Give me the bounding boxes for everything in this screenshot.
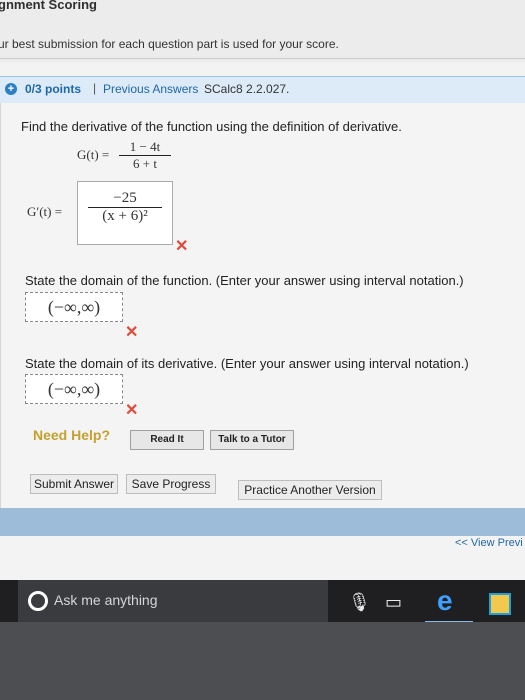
incorrect-icon: ✕ — [175, 238, 189, 255]
derivative-answer-denominator: (x + 6)² — [102, 208, 148, 224]
separator: | — [93, 81, 97, 95]
header: gnment Scoring ur best submission for ea… — [0, 0, 525, 62]
derivative-domain-prompt: State the domain of its derivative. (Ent… — [25, 356, 469, 371]
bottom-bezel — [0, 622, 525, 700]
store-icon[interactable] — [489, 593, 511, 615]
derivative-answer-fraction: −25 (x + 6)² — [88, 190, 162, 225]
navigation-bar — [0, 508, 525, 536]
domain-answer-field[interactable]: (−∞,∞) — [25, 292, 123, 322]
edge-icon[interactable]: e — [437, 587, 467, 615]
task-view-icon[interactable]: ▭ — [385, 592, 402, 613]
page: gnment Scoring ur best submission for ea… — [0, 0, 525, 580]
function-label: G(t) = — [77, 147, 110, 162]
expand-icon[interactable]: + — [5, 83, 17, 95]
search-placeholder: Ask me anything — [54, 592, 158, 608]
submit-answer-button[interactable]: Submit Answer — [30, 474, 118, 494]
read-it-button[interactable]: Read It — [130, 430, 204, 450]
function-numerator: 1 − 4t — [119, 139, 171, 156]
domain-prompt: State the domain of the function. (Enter… — [25, 273, 464, 288]
incorrect-icon: ✕ — [125, 324, 139, 341]
cortana-circle-icon — [28, 591, 48, 611]
divider — [0, 58, 525, 59]
question-reference: SCalc8 2.2.027. — [204, 82, 290, 96]
previous-answers-link[interactable]: Previous Answers — [103, 82, 198, 96]
view-previous-link[interactable]: << View Previ — [455, 537, 523, 549]
scoring-note: ur best submission for each question par… — [0, 37, 339, 51]
taskbar-search[interactable]: Ask me anything — [18, 580, 328, 622]
save-progress-button[interactable]: Save Progress — [126, 474, 216, 494]
derivative-domain-answer-field[interactable]: (−∞,∞) — [25, 374, 123, 404]
talk-to-tutor-button[interactable]: Talk to a Tutor — [210, 430, 294, 450]
derivative-label: G′(t) = — [27, 204, 63, 219]
function-fraction: 1 − 4t 6 + t — [119, 139, 171, 172]
need-help-label: Need Help? — [33, 427, 111, 443]
derivative-answer-field[interactable]: −25 (x + 6)² — [77, 181, 173, 245]
practice-another-version-button[interactable]: Practice Another Version — [238, 480, 382, 500]
derivative-answer-numerator: −25 — [88, 190, 162, 208]
incorrect-icon: ✕ — [125, 402, 139, 419]
question-prompt: Find the derivative of the function usin… — [21, 119, 402, 134]
question-header-bar: + 0/3 points | Previous Answers SCalc8 2… — [0, 76, 525, 103]
points-score: 0/3 points — [25, 82, 82, 96]
microphone-icon[interactable]: 🎙 — [348, 592, 371, 613]
assignment-scoring-title: gnment Scoring — [0, 0, 97, 12]
function-denominator: 6 + t — [133, 156, 157, 171]
